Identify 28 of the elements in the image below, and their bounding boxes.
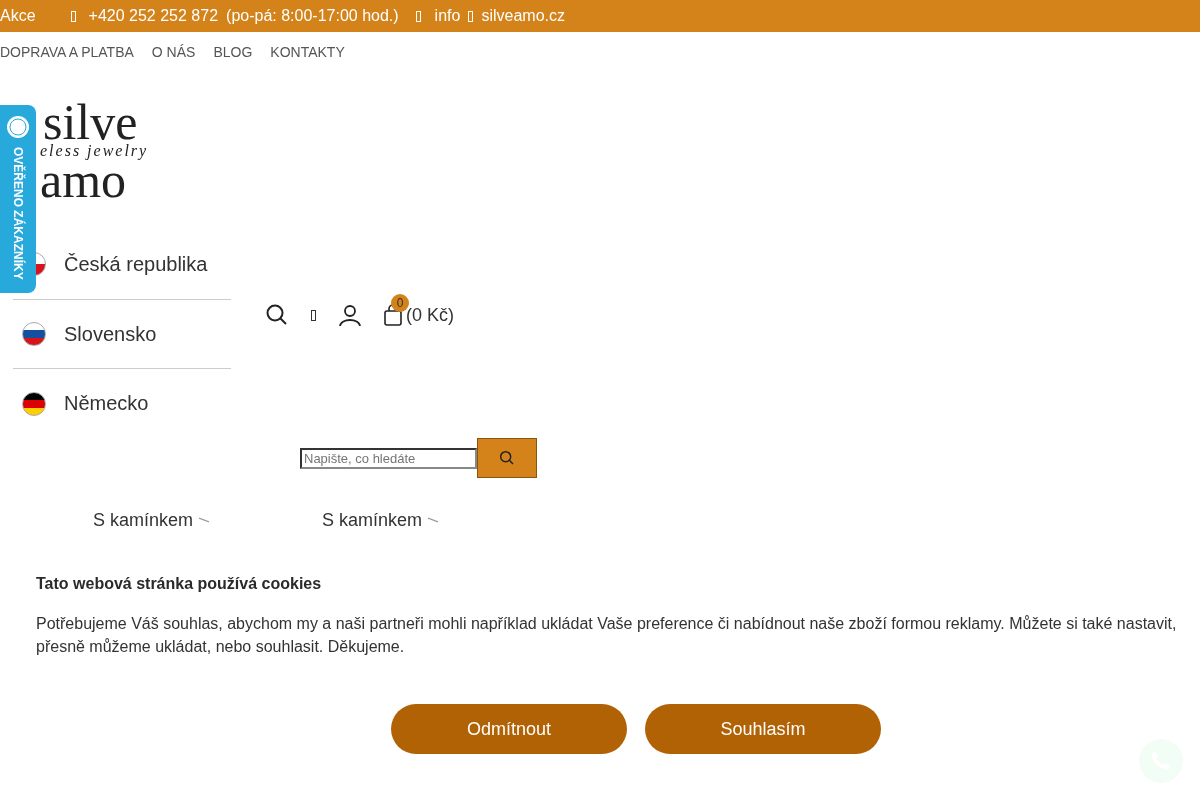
nav-link[interactable]: KONTAKTY bbox=[270, 44, 345, 60]
country-name[interactable]: Česká republika bbox=[64, 252, 208, 276]
cookie-text: Potřebujeme Váš souhlas, abychom my a naši partneři mohli například ukládat Vaše preference či nabídnout naše zboží formou reklamy. Můžete si také nastavit, přesně můžeme ukládat, nebo souhlasit. Děkujeme. bbox=[36, 614, 1178, 657]
search-field[interactable]: Napište, co hledáte bbox=[300, 447, 477, 469]
email-domain: silveamo.cz bbox=[481, 7, 565, 25]
country-name[interactable]: Německo bbox=[64, 392, 149, 416]
search-icon[interactable] bbox=[265, 303, 289, 327]
flag-icon bbox=[22, 322, 46, 346]
flag-icon bbox=[22, 391, 46, 416]
cart-count-badge: 0 bbox=[391, 294, 409, 312]
cookie-button[interactable]: Odmítnout bbox=[391, 704, 627, 754]
menu-item[interactable]: S kamínkem bbox=[93, 509, 194, 531]
logo-text[interactable]: silve bbox=[43, 100, 1200, 144]
nav-link[interactable]: O NÁS bbox=[151, 44, 196, 60]
phone-number: +420 252 252 872 bbox=[88, 7, 219, 25]
cookie-button[interactable]: Souhlasím bbox=[645, 704, 881, 754]
search-button[interactable] bbox=[477, 438, 537, 478]
user-icon[interactable] bbox=[338, 303, 362, 327]
nav-link[interactable]: DOPRAVA A PLATBA bbox=[0, 44, 134, 60]
nav-link[interactable]: BLOG bbox=[213, 44, 253, 60]
menu-item[interactable]: S kamínkem bbox=[322, 509, 423, 531]
opening-hours: (po-pá: 8:00-17:00 hod.) bbox=[226, 7, 399, 25]
logo-tagline: eless jewelry bbox=[40, 144, 150, 158]
cookie-title: Tato webová stránka používá cookies bbox=[36, 575, 323, 593]
search-icon bbox=[499, 450, 515, 466]
seal-icon bbox=[6, 115, 30, 139]
email-user: info bbox=[434, 7, 461, 25]
country-name[interactable]: Slovensko bbox=[64, 322, 157, 346]
